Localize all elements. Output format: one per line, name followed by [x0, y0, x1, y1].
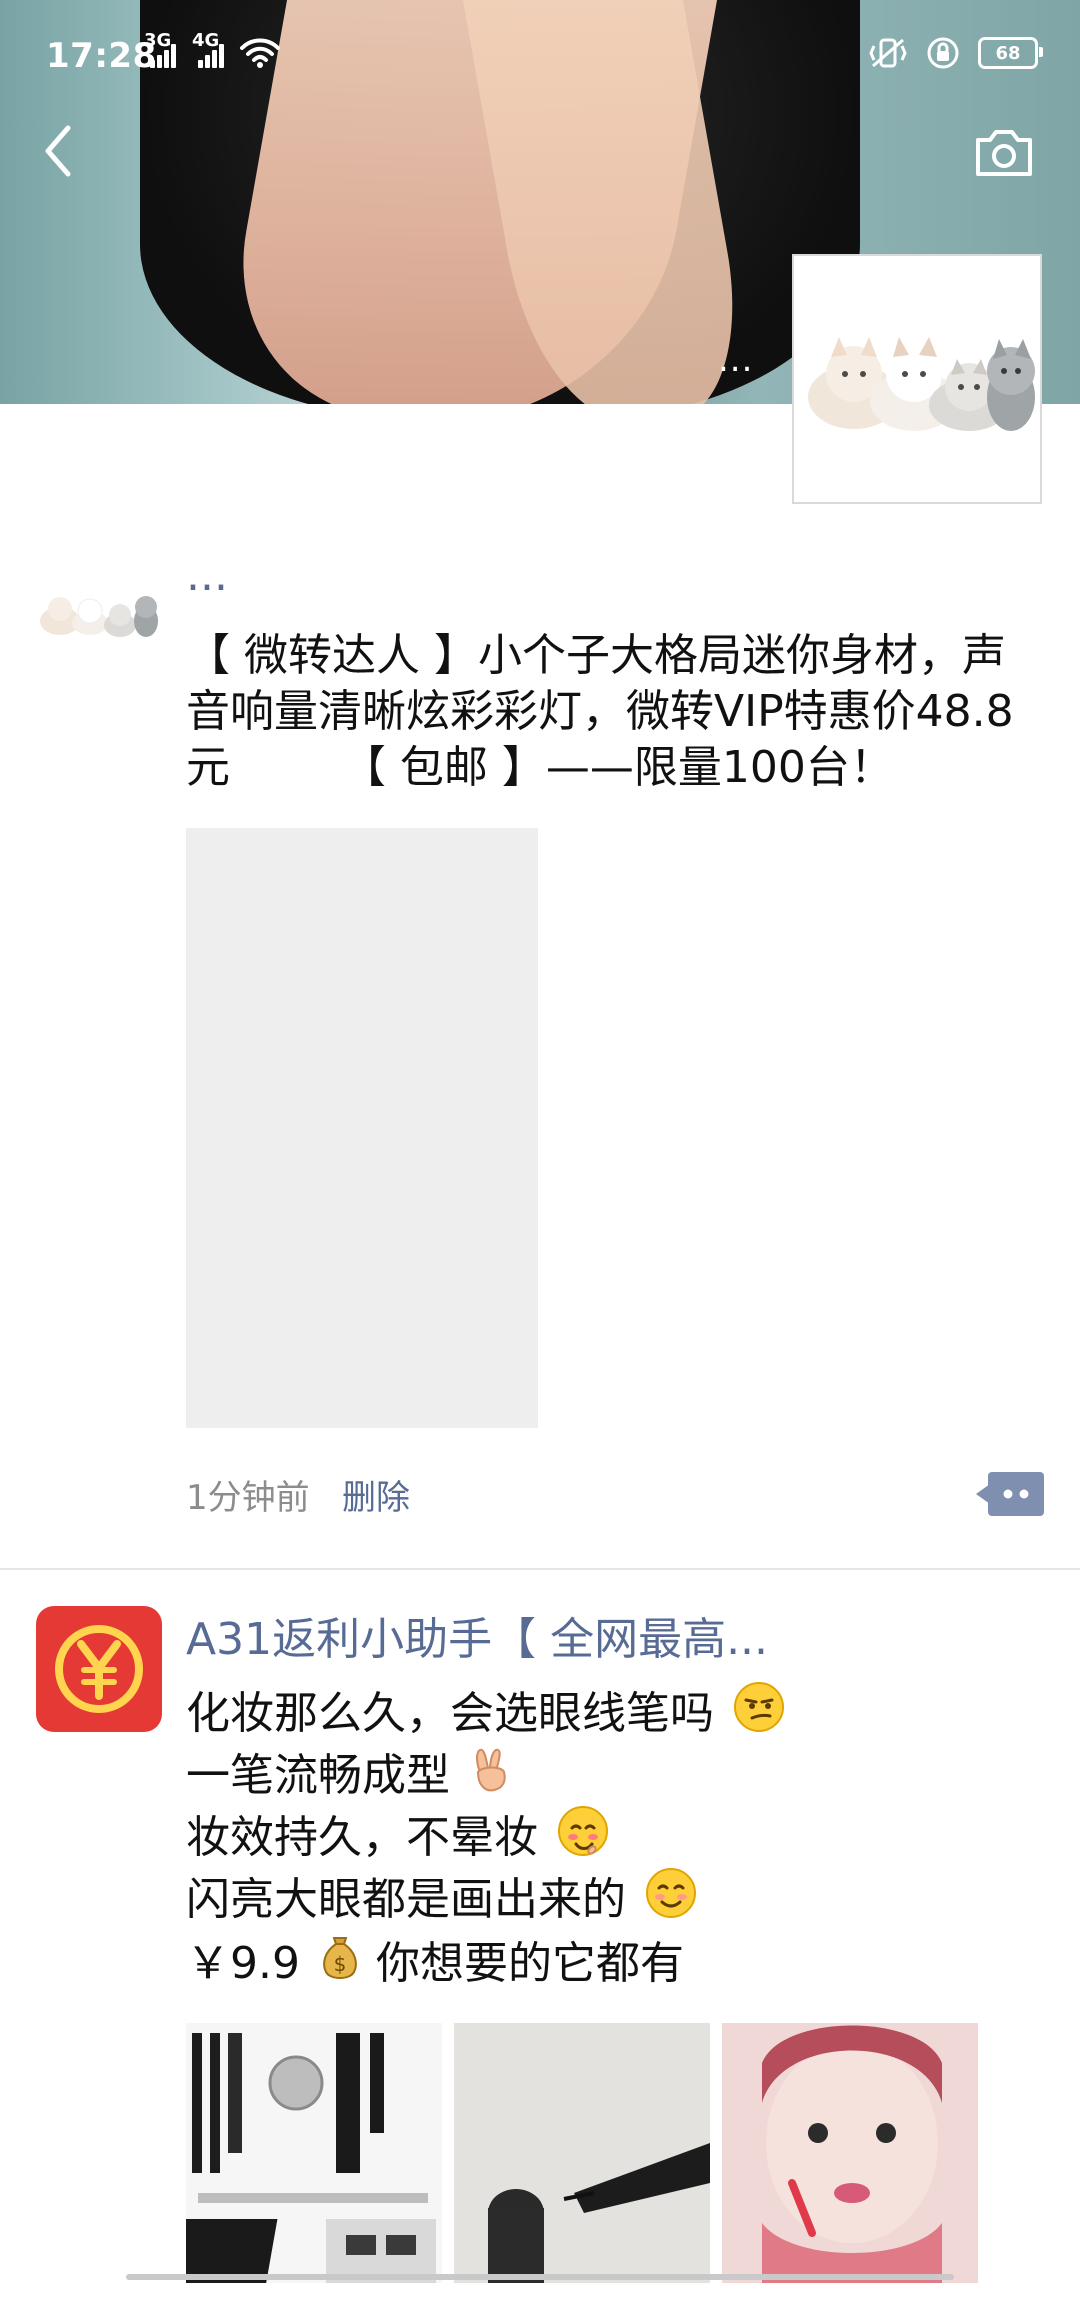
post-image-thumb-3[interactable]: [722, 2023, 978, 2283]
signal-icon: [150, 44, 178, 68]
post-image-grid: [186, 2023, 1046, 2283]
cats-avatar-image: [808, 337, 1035, 431]
post-text: 【 微转达人 】小个子大格局迷你身材，声音响量清晰炫彩彩灯，微转VIP特惠价48…: [186, 630, 1014, 793]
post-delete-link[interactable]: 删除: [342, 1470, 410, 1519]
signal-icon: [198, 44, 226, 68]
post-time: 1分钟前: [186, 1478, 310, 1518]
camera-icon[interactable]: [972, 126, 1036, 180]
rotation-lock-icon: [927, 37, 959, 69]
post-line: 妆效持久，不晕妆: [186, 1804, 1046, 1866]
post-avatar[interactable]: [36, 548, 162, 674]
bottom-scroll-indicator: [126, 2274, 954, 2280]
wifi-icon: [240, 38, 280, 68]
battery-level: 68: [995, 42, 1021, 64]
post-line: ￥9.9 $ 你想要的它都有: [186, 1928, 1046, 1992]
moment-post-2: A31返利小助手【 全网最高... 化妆那么久，会选眼线笔吗 一笔流畅成型 妆效…: [0, 1600, 1080, 2300]
post-image-placeholder[interactable]: [186, 828, 538, 1428]
blush-icon: [558, 1806, 608, 1856]
peace-hand-icon: [476, 1748, 506, 1792]
comment-icon[interactable]: [976, 1472, 1044, 1516]
status-right-group: 68: [868, 36, 1043, 70]
back-arrow-icon[interactable]: [34, 118, 90, 184]
status-bar: 17:28 3G 4G 68: [0, 0, 1080, 110]
smirk-icon: [734, 1682, 784, 1732]
smile-icon: [646, 1868, 696, 1918]
post-line: 一笔流畅成型: [186, 1742, 1046, 1804]
status-time: 17:28: [46, 36, 157, 76]
post-separator: [0, 1568, 1080, 1570]
battery-icon: 68: [978, 37, 1043, 69]
post-line: 闪亮大眼都是画出来的: [186, 1866, 1046, 1928]
moment-post-1: ... 【 微转达人 】小个子大格局迷你身材，声音响量清晰炫彩彩灯，微转VIP特…: [0, 548, 1080, 1568]
profile-avatar[interactable]: [792, 254, 1042, 504]
post-line: 化妆那么久，会选眼线笔吗: [186, 1680, 1046, 1742]
post-author-name[interactable]: ...: [186, 548, 228, 604]
vibrate-icon: [869, 38, 907, 68]
cats-avatar-image: [40, 596, 158, 637]
svg-text:$: $: [334, 1952, 347, 1976]
cover-more-dots[interactable]: ...: [718, 340, 753, 380]
post-author-name[interactable]: A31返利小助手【 全网最高...: [186, 1612, 768, 1668]
post-avatar[interactable]: [36, 1606, 162, 1732]
post-image-thumb-2[interactable]: [454, 2023, 710, 2283]
post-text: 化妆那么久，会选眼线笔吗 一笔流畅成型 妆效持久，不晕妆 闪亮大眼都是画出来的 …: [186, 1680, 1046, 1992]
money-bag-icon: $: [323, 1937, 357, 1979]
post-image-thumb-1[interactable]: [186, 2023, 442, 2283]
red-yen-avatar-image: [36, 1606, 162, 1732]
